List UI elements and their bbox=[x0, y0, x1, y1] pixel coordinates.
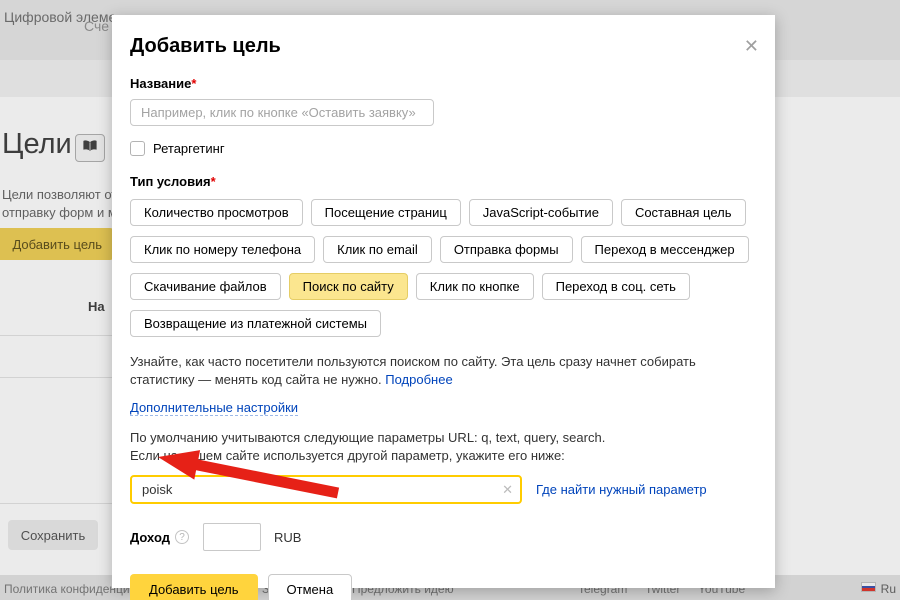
info-text: Узнайте, как часто посетители пользуются… bbox=[130, 353, 758, 388]
param-description-line2: Если на вашем сайте используется другой … bbox=[130, 447, 751, 465]
chip-file-download[interactable]: Скачивание файлов bbox=[130, 273, 281, 300]
required-asterisk: * bbox=[211, 174, 216, 189]
revenue-input[interactable] bbox=[203, 523, 261, 551]
page-description-line2: отправку форм и м bbox=[2, 205, 117, 220]
retargeting-row: Ретаргетинг bbox=[130, 141, 751, 156]
close-icon[interactable]: ✕ bbox=[744, 37, 759, 55]
page-description-line1: Цели позволяют от bbox=[2, 187, 117, 202]
condition-chip-row: Скачивание файлов Поиск по сайту Клик по… bbox=[130, 273, 751, 300]
help-icon[interactable]: ? bbox=[175, 530, 189, 544]
chip-social-network[interactable]: Переход в соц. сеть bbox=[542, 273, 690, 300]
table-row-divider bbox=[0, 335, 112, 336]
docs-book-button[interactable] bbox=[75, 134, 105, 162]
param-description-line1: По умолчанию учитываются следующие парам… bbox=[130, 429, 751, 447]
search-param-input[interactable] bbox=[130, 475, 522, 504]
revenue-label: Доход bbox=[130, 530, 170, 545]
save-button[interactable]: Сохранить bbox=[8, 520, 98, 550]
cancel-button[interactable]: Отмена bbox=[268, 574, 353, 600]
dialog-actions: Добавить цель Отмена bbox=[130, 574, 751, 600]
language-selector[interactable]: Ru bbox=[881, 582, 896, 596]
book-icon bbox=[82, 139, 98, 157]
param-description: По умолчанию учитываются следующие парам… bbox=[130, 429, 751, 465]
add-goal-submit-button[interactable]: Добавить цель bbox=[130, 574, 258, 600]
condition-chip-row: Клик по номеру телефона Клик по email От… bbox=[130, 236, 751, 263]
background-add-goal-button[interactable]: Добавить цель bbox=[0, 228, 114, 260]
condition-chip-row: Количество просмотров Посещение страниц … bbox=[130, 199, 751, 226]
chip-email-click[interactable]: Клик по email bbox=[323, 236, 432, 263]
find-param-link[interactable]: Где найти нужный параметр bbox=[536, 482, 707, 497]
chip-form-submit[interactable]: Отправка формы bbox=[440, 236, 573, 263]
learn-more-link[interactable]: Подробнее bbox=[385, 372, 452, 387]
chip-phone-click[interactable]: Клик по номеру телефона bbox=[130, 236, 315, 263]
advanced-settings-link[interactable]: Дополнительные настройки bbox=[130, 400, 298, 416]
chip-payment-return[interactable]: Возвращение из платежной системы bbox=[130, 310, 381, 337]
add-goal-dialog: Добавить цель ✕ Название* Ретаргетинг Ти… bbox=[112, 15, 775, 588]
table-row-divider bbox=[0, 377, 112, 378]
goal-name-input[interactable] bbox=[130, 99, 434, 126]
screen: Сче Цифровой элеме Цели Цели позволяют о… bbox=[0, 0, 900, 600]
chip-site-search-selected[interactable]: Поиск по сайту bbox=[289, 273, 408, 300]
clear-input-icon[interactable]: ✕ bbox=[502, 482, 513, 498]
revenue-row: Доход ? RUB bbox=[130, 523, 751, 551]
language-flag-icon[interactable] bbox=[861, 582, 876, 592]
dialog-title: Добавить цель bbox=[130, 35, 751, 58]
table-row-divider bbox=[0, 503, 112, 504]
required-asterisk: * bbox=[191, 76, 196, 91]
condition-type-label: Тип условия* bbox=[130, 174, 751, 189]
param-input-row: ✕ Где найти нужный параметр bbox=[130, 475, 751, 504]
chip-button-click[interactable]: Клик по кнопке bbox=[416, 273, 534, 300]
chip-messenger[interactable]: Переход в мессенджер bbox=[581, 236, 749, 263]
chip-js-event[interactable]: JavaScript-событие bbox=[469, 199, 613, 226]
background-banner-text: Цифровой элеме bbox=[4, 9, 116, 25]
page-title: Цели bbox=[2, 128, 72, 161]
name-label: Название* bbox=[130, 76, 751, 91]
retargeting-checkbox[interactable] bbox=[130, 141, 145, 156]
table-column-header: На bbox=[88, 299, 105, 314]
chip-page-visits[interactable]: Посещение страниц bbox=[311, 199, 461, 226]
retargeting-label: Ретаргетинг bbox=[153, 141, 225, 156]
condition-chip-row: Возвращение из платежной системы bbox=[130, 310, 751, 337]
condition-type-label-text: Тип условия bbox=[130, 174, 211, 189]
param-input-wrap: ✕ bbox=[130, 475, 522, 504]
chip-pageviews[interactable]: Количество просмотров bbox=[130, 199, 303, 226]
name-label-text: Название bbox=[130, 76, 191, 91]
chip-composite-goal[interactable]: Составная цель bbox=[621, 199, 746, 226]
currency-label: RUB bbox=[274, 530, 301, 545]
